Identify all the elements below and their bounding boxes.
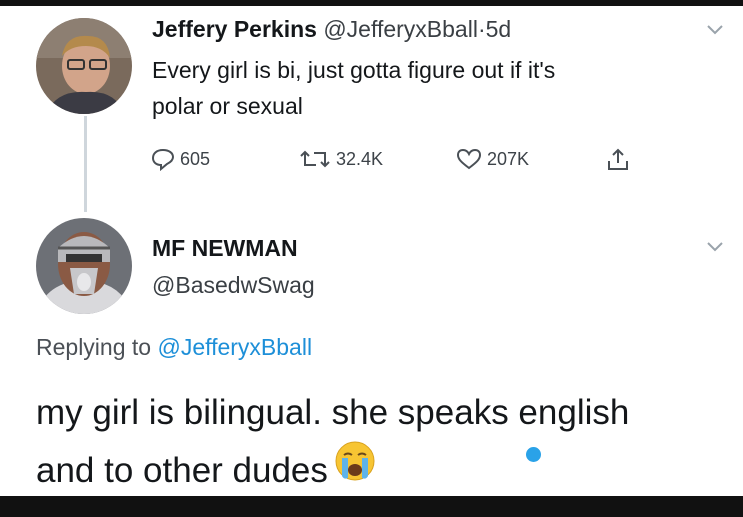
share-button[interactable] bbox=[605, 147, 635, 173]
thread-connector-line bbox=[84, 116, 87, 212]
share-icon bbox=[608, 148, 628, 170]
tweet2-text-line1: my girl is bilingual. she speaks english bbox=[36, 393, 630, 432]
tweet1-author-handle[interactable]: @JefferyxBball bbox=[323, 16, 478, 42]
tweet1-separator: · bbox=[477, 16, 486, 42]
tweet1-timestamp[interactable]: 5d bbox=[486, 16, 512, 42]
tweet1-text: Every girl is bi, just gotta figure out … bbox=[152, 52, 712, 124]
indicator-dot bbox=[526, 447, 541, 462]
like-button[interactable]: 207K bbox=[455, 147, 529, 171]
retweet-count: 32.4K bbox=[336, 148, 384, 169]
reply-icon bbox=[151, 148, 175, 171]
bottom-bar bbox=[0, 496, 743, 517]
avatar-image bbox=[36, 218, 132, 314]
tweet1-action-bar: 605 32.4K 207K bbox=[150, 147, 670, 177]
tweet1-text-line2: polar or sexual bbox=[152, 93, 303, 119]
tweet-thread-card: Jeffery Perkins @JefferyxBball·5d Every … bbox=[0, 6, 743, 496]
tweet1-header: Jeffery Perkins @JefferyxBball·5d bbox=[152, 16, 511, 43]
tweet1-author-name[interactable]: Jeffery Perkins bbox=[152, 16, 317, 42]
tweet2-text-line2-wrap: and to other dudes bbox=[36, 440, 726, 496]
reply-button[interactable]: 605 bbox=[150, 147, 210, 171]
tweet2-author-handle[interactable]: @BasedwSwag bbox=[152, 272, 315, 299]
tweet2-author-name[interactable]: MF NEWMAN bbox=[152, 235, 298, 262]
crying-face-icon bbox=[334, 440, 376, 496]
avatar[interactable] bbox=[36, 218, 132, 314]
replying-prefix: Replying to bbox=[36, 334, 152, 360]
avatar-image bbox=[36, 18, 132, 114]
heart-icon bbox=[456, 148, 482, 170]
chevron-down-icon[interactable] bbox=[706, 24, 724, 36]
chevron-down-icon[interactable] bbox=[706, 241, 724, 253]
tweet1-text-line1: Every girl is bi, just gotta figure out … bbox=[152, 57, 556, 83]
retweet-icon bbox=[300, 150, 330, 168]
replying-to-line: Replying to @JefferyxBball bbox=[36, 334, 312, 361]
tweet2-text-line2: and to other dudes bbox=[36, 451, 328, 490]
retweet-button[interactable]: 32.4K bbox=[298, 147, 383, 171]
avatar[interactable] bbox=[36, 18, 132, 114]
reply-count: 605 bbox=[180, 148, 211, 169]
like-count: 207K bbox=[487, 148, 530, 169]
tweet2-text: my girl is bilingual. she speaks english… bbox=[36, 384, 726, 496]
replying-to-mention[interactable]: @JefferyxBball bbox=[157, 334, 312, 360]
